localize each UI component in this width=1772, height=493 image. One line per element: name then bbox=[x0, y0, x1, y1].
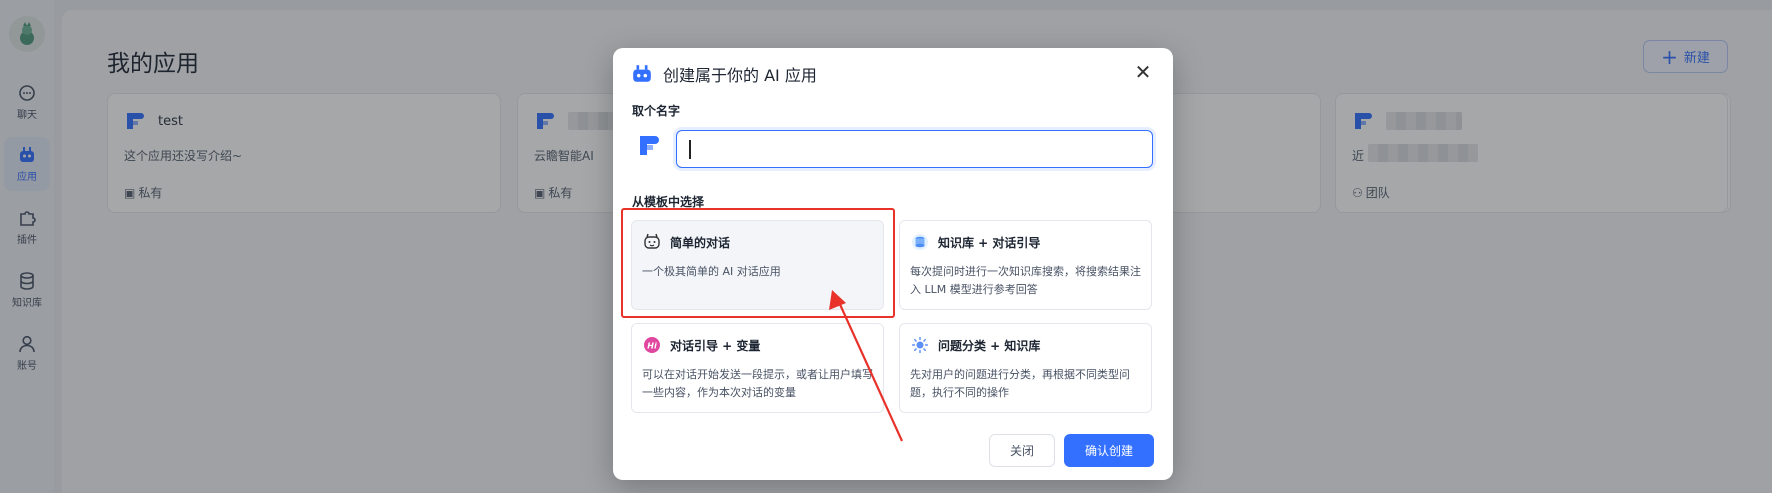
template-name: 知识库 + 对话引导 bbox=[938, 236, 1041, 250]
template-desc: 先对用户的问题进行分类，再根据不同类型问题，执行不同的操作 bbox=[910, 368, 1130, 399]
selection-highlight-annotation bbox=[621, 208, 895, 318]
create-app-dialog: 创建属于你的 AI 应用 ✕ 取个名字 从模板中选择 简单的对话 一个极其简单的… bbox=[613, 48, 1173, 480]
hi-guide-icon: Hi bbox=[644, 337, 660, 353]
template-desc: 可以在对话开始发送一段提示，或者让用户填写一些内容，作为本次对话的变量 bbox=[642, 368, 873, 399]
dialog-header: 创建属于你的 AI 应用 bbox=[631, 58, 817, 90]
app-name-input[interactable] bbox=[676, 130, 1153, 168]
name-label: 取个名字 bbox=[632, 104, 681, 118]
svg-text:Hi: Hi bbox=[647, 342, 657, 351]
robot-icon bbox=[633, 65, 651, 82]
template-desc: 每次提问时进行一次知识库搜索，将搜索结果注入 LLM 模型进行参考回答 bbox=[910, 265, 1141, 296]
template-classify-kb[interactable]: 问题分类 + 知识库 先对用户的问题进行分类，再根据不同类型问题，执行不同的操作 bbox=[899, 323, 1152, 413]
app-avatar-picker-icon[interactable] bbox=[635, 131, 663, 159]
kb-guide-icon bbox=[912, 234, 928, 250]
template-kb-guide[interactable]: 知识库 + 对话引导 每次提问时进行一次知识库搜索，将搜索结果注入 LLM 模型… bbox=[899, 220, 1152, 310]
template-name: 问题分类 + 知识库 bbox=[938, 339, 1041, 353]
close-icon[interactable]: ✕ bbox=[1131, 60, 1155, 84]
text-cursor bbox=[689, 140, 691, 159]
dialog-title: 创建属于你的 AI 应用 bbox=[663, 66, 817, 85]
close-button[interactable]: 关闭 bbox=[989, 434, 1055, 467]
classify-icon bbox=[912, 337, 928, 353]
template-name: 对话引导 + 变量 bbox=[670, 339, 761, 353]
confirm-create-button[interactable]: 确认创建 bbox=[1064, 434, 1154, 467]
template-hi-guide[interactable]: Hi 对话引导 + 变量 可以在对话开始发送一段提示，或者让用户填写一些内容，作… bbox=[631, 323, 884, 413]
